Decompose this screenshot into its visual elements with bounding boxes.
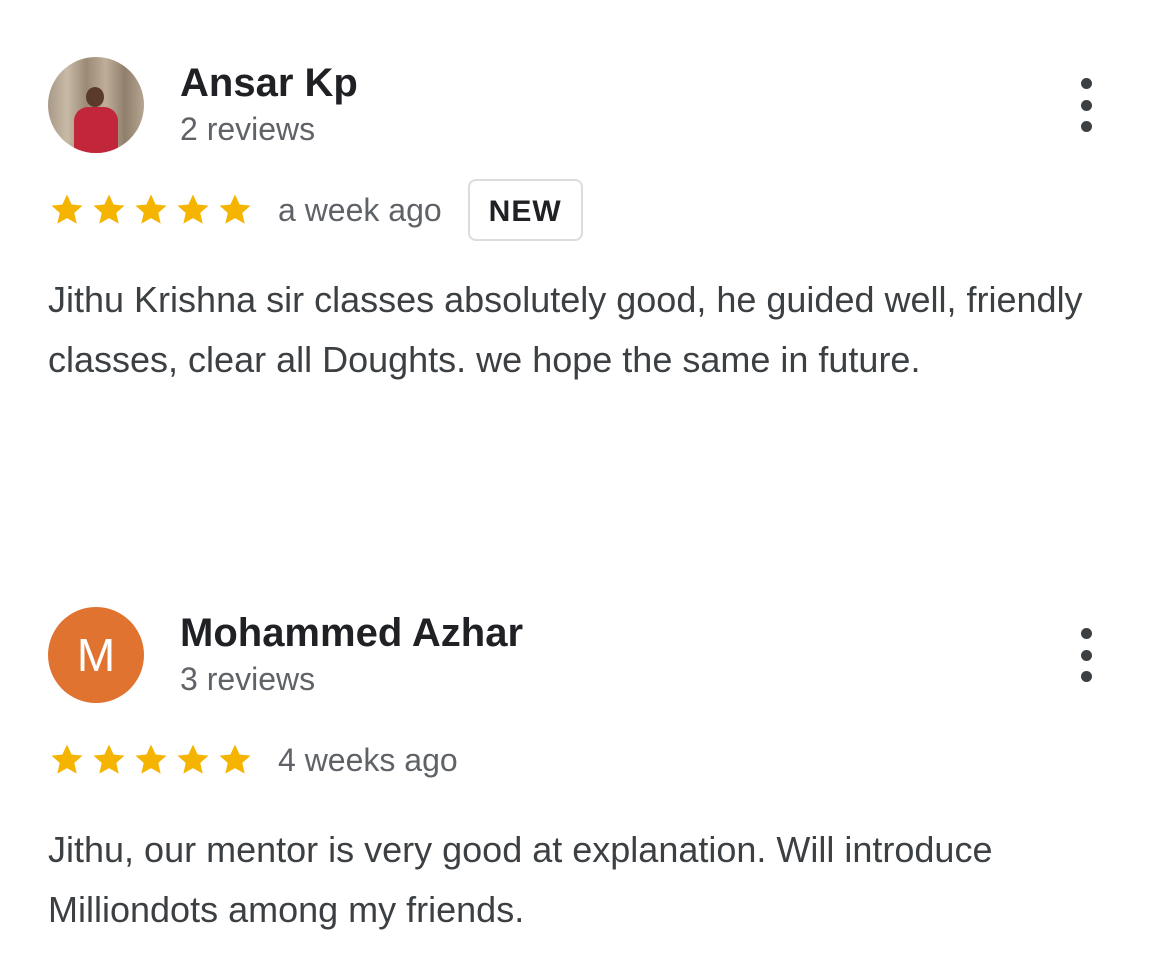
more-vert-icon (1080, 628, 1092, 639)
review-text: Jithu, our mentor is very good at explan… (48, 829, 993, 930)
star-icon (132, 191, 170, 229)
star-icon (48, 191, 86, 229)
new-badge: NEW (467, 179, 583, 241)
star-rating (48, 741, 258, 779)
star-icon (216, 191, 254, 229)
avatar[interactable]: M (48, 607, 144, 703)
avatar-figure-head (86, 87, 104, 107)
reviewer-review-count[interactable]: 3 reviews (180, 660, 315, 698)
star-icon (174, 191, 212, 229)
star-icon (132, 741, 170, 779)
star-icon (48, 741, 86, 779)
more-vert-icon (1080, 78, 1092, 89)
avatar[interactable] (48, 57, 144, 153)
star-icon (174, 741, 212, 779)
rating-row: a week ago NEW (48, 177, 583, 243)
more-options-button[interactable] (1064, 624, 1108, 686)
more-vert-icon-dot (1080, 671, 1092, 682)
reviewer-name[interactable]: Mohammed Azhar (180, 610, 523, 656)
review-time: a week ago (278, 191, 442, 228)
rating-row: 4 weeks ago (48, 727, 458, 793)
more-vert-icon-dot (1080, 121, 1092, 132)
review-time: 4 weeks ago (278, 741, 458, 778)
reviewer-review-count[interactable]: 2 reviews (180, 110, 315, 148)
star-icon (216, 741, 254, 779)
star-rating (48, 191, 258, 229)
star-icon (90, 741, 128, 779)
avatar-figure-body (74, 107, 118, 153)
star-icon (90, 191, 128, 229)
reviewer-name[interactable]: Ansar Kp (180, 60, 358, 106)
more-options-button[interactable] (1064, 74, 1108, 136)
review-text: Jithu Krishna sir classes absolutely goo… (48, 279, 1083, 380)
more-vert-icon-dot (1080, 649, 1092, 661)
more-vert-icon-dot (1080, 99, 1092, 111)
